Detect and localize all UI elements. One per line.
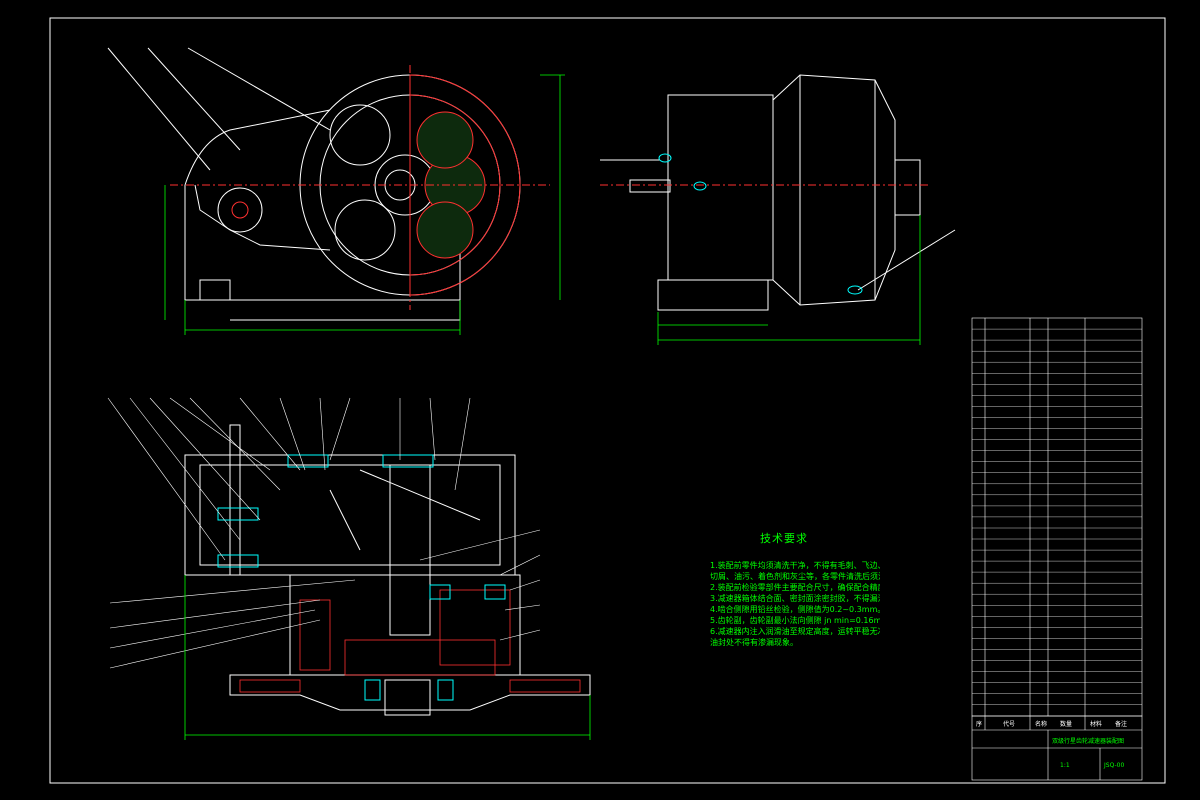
- title-block-header-remark: 备注: [1115, 721, 1128, 728]
- requirement-line: 3.减速器箱体结合面、密封面涂密封胶，不得漏油，齿面接触率不小于50%。: [710, 594, 880, 603]
- requirement-line: 2.装配前检验零部件主要配合尺寸，确保配合精度，温升不得超过100°C。: [710, 583, 880, 592]
- requirement-line: 4.啮合侧隙用铅丝检验，侧隙值为0.2~0.3mm。: [710, 605, 880, 614]
- side-view-highlights: [658, 153, 863, 295]
- title-block-header-name: 名称: [1035, 721, 1048, 728]
- section-view-bearings: [217, 454, 506, 701]
- requirement-line: 1.装配前零件均须清洗干净，不得有毛刺、飞边、氧化皮、锈蚀、: [710, 561, 880, 570]
- title-block-header-seq: 序: [976, 721, 983, 728]
- requirement-line: 切屑、油污、着色剂和灰尘等，各零件清洗后须涂防锈油。: [710, 572, 880, 581]
- technical-requirements-title: 技术要求: [760, 532, 808, 545]
- drawing-name: 双级行星齿轮减速器装配图: [1052, 738, 1125, 745]
- technical-requirements-text: 1.装配前零件均须清洗干净，不得有毛刺、飞边、氧化皮、锈蚀、 切屑、油污、着色剂…: [710, 560, 880, 648]
- drawing-scale: 1:1: [1060, 762, 1070, 769]
- front-view-dimensions: [164, 74, 565, 335]
- section-view-hatch: [239, 589, 581, 693]
- title-block-header-code: 代号: [1003, 721, 1016, 728]
- cad-drawing-canvas: [49, 17, 1166, 784]
- front-view: [107, 47, 550, 321]
- section-view-leaders: [107, 397, 541, 669]
- parts-list-rows: [972, 328, 1142, 705]
- drawing-frame: [49, 17, 1166, 784]
- requirement-line: 油封处不得有渗漏现象。: [710, 638, 798, 647]
- title-block-header-qty: 数量: [1060, 721, 1073, 728]
- requirement-line: 6.减速器内注入润滑油至规定高度，运转平稳无冲击，无异常响声，: [710, 627, 880, 636]
- drawing-number: JSQ-00: [1104, 762, 1125, 769]
- side-view: [600, 74, 956, 311]
- section-view: [184, 424, 591, 716]
- title-block-header-material: 材料: [1090, 721, 1103, 728]
- requirement-line: 5.齿轮副，齿轮副最小法向侧隙 jn min=0.16mm。: [710, 616, 880, 625]
